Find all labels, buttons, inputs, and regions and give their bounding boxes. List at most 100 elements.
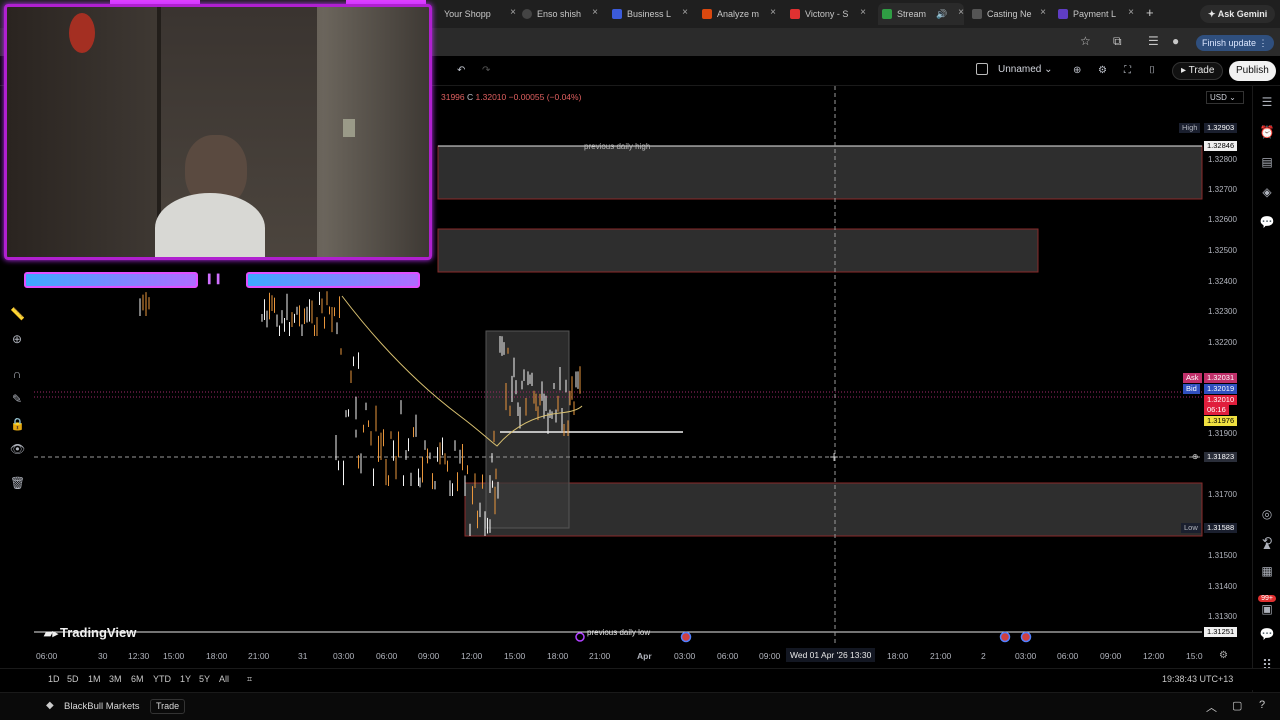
event-marker-icon[interactable] (680, 631, 692, 643)
event-marker-icon[interactable] (999, 631, 1011, 643)
browser-tab[interactable]: Business L × (612, 3, 688, 25)
ideas-icon[interactable]: ▲ (1259, 538, 1275, 552)
broker-name[interactable]: BlackBull Markets (64, 701, 140, 712)
calendar-icon[interactable]: ▦ (1259, 564, 1275, 578)
webcam-light (69, 13, 95, 53)
close-icon[interactable]: × (1128, 7, 1134, 18)
price-tick: 1.32600 (1208, 215, 1237, 224)
time-tick: Apr (637, 651, 652, 661)
axis-settings-gear-icon[interactable]: ⚙ (1219, 650, 1228, 661)
time-tick: 15:00 (163, 651, 185, 661)
close-icon[interactable]: × (510, 7, 516, 18)
range-button[interactable]: 3M (109, 674, 122, 684)
close-icon[interactable]: × (770, 7, 776, 18)
prev-high-tag: 1.32846 (1204, 141, 1238, 151)
close-icon[interactable]: × (592, 7, 598, 18)
time-tick: 12:30 (128, 651, 150, 661)
new-tab-button[interactable]: + (1146, 5, 1154, 20)
tab-label: Casting Ne (987, 9, 1032, 19)
broker-trade-button[interactable]: Trade (150, 699, 186, 714)
crosshair-add-icon[interactable]: ⊕ (1189, 452, 1201, 462)
close-icon[interactable]: × (860, 7, 866, 18)
zone-middle[interactable] (437, 228, 1039, 273)
close-icon[interactable]: × (958, 7, 964, 18)
tv-mark-icon: ▰▸ (44, 628, 58, 640)
profile-avatar[interactable]: ● (1172, 34, 1179, 48)
lock-icon[interactable]: 🔒 (10, 417, 25, 431)
layers-icon[interactable]: ◈ (1259, 185, 1275, 199)
redo-icon[interactable]: ↷ (482, 65, 490, 76)
range-button[interactable]: All (219, 674, 229, 684)
layout-icon[interactable] (976, 63, 988, 75)
extensions-icon[interactable]: ☰ (1148, 34, 1159, 48)
undo-icon[interactable]: ↶ (457, 65, 465, 76)
data-window-icon[interactable]: ▤ (1259, 155, 1275, 169)
eye-icon[interactable]: 👁 (10, 442, 25, 456)
price-tick: 1.31500 (1208, 551, 1237, 560)
close-icon[interactable]: × (682, 7, 688, 18)
zoom-in-icon[interactable]: ⊕ (10, 332, 24, 346)
time-tick: 21:00 (930, 651, 952, 661)
price-axis[interactable]: 1.32800 1.32700 1.32600 1.32500 1.32400 … (1202, 86, 1252, 646)
range-button[interactable]: 1D (48, 674, 60, 684)
event-marker-icon[interactable] (575, 632, 585, 642)
finish-update-button[interactable]: Finish update ⋮ (1196, 35, 1274, 51)
publish-button[interactable]: Publish (1229, 61, 1276, 81)
settings-gear-icon[interactable]: ⚙ (1098, 65, 1107, 76)
range-button[interactable]: 1M (88, 674, 101, 684)
magnet-icon[interactable]: ∩ (10, 367, 24, 381)
bookmark-star-icon[interactable]: ☆ (1080, 34, 1091, 48)
help-chat-icon[interactable]: 💬 (1259, 627, 1275, 641)
camera-icon[interactable]: ⌷ (1149, 65, 1155, 76)
ohlc-readout: 31996 C 1.32010 −0.00055 (−0.04%) (441, 92, 581, 102)
low-tag-value: 1.31588 (1204, 523, 1238, 533)
tab-favicon-icon (1058, 9, 1068, 19)
browser-tab[interactable]: Your Shopp × (444, 3, 516, 25)
tab-favicon-icon (612, 9, 622, 19)
audio-icon[interactable]: 🔊 (936, 9, 947, 20)
crosshair-plus-icon: + (829, 450, 839, 464)
browser-tab[interactable]: Victony - S × (790, 3, 866, 25)
zone-lower[interactable] (464, 482, 1203, 537)
ask-gemini-button[interactable]: ✦ Ask Gemini (1200, 5, 1276, 23)
pencil-icon[interactable]: ✎ (10, 392, 24, 406)
zone-upper[interactable] (437, 145, 1203, 200)
tradingview-logo[interactable]: ▰▸ TradingView (44, 625, 136, 640)
crosshair-time-tag: Wed 01 Apr '26 13:30 (786, 648, 876, 662)
range-button[interactable]: 1Y (180, 674, 191, 684)
browser-tab-active[interactable]: Stream 🔊 × (878, 3, 964, 25)
quick-search-icon[interactable]: ⊕ (1073, 65, 1081, 76)
goto-date-icon[interactable]: ⌗ (247, 674, 252, 685)
utc-clock[interactable]: 19:38:43 UTC+13 (1162, 674, 1233, 684)
fullscreen-icon[interactable]: ⛶ (1124, 65, 1131, 76)
notifications-icon[interactable]: ▣ (1259, 602, 1275, 616)
ruler-icon[interactable]: 📏 (10, 307, 25, 321)
crosshair-price-tag: 1.31823 (1204, 452, 1238, 462)
browser-tab[interactable]: Casting Ne × (972, 3, 1046, 25)
alerts-clock-icon[interactable]: ⏰ (1259, 125, 1275, 139)
event-marker-icon[interactable] (1020, 631, 1032, 643)
tab-search-icon[interactable]: ⧉ (1113, 34, 1122, 49)
help-icon[interactable]: ? (1259, 699, 1265, 711)
time-axis[interactable]: 06:00 30 12:30 15:00 18:00 21:00 31 03:0… (34, 646, 1203, 666)
trash-icon[interactable]: 🗑 (10, 476, 25, 490)
browser-tab[interactable]: Analyze m × (702, 3, 776, 25)
range-button[interactable]: 6M (131, 674, 144, 684)
target-icon[interactable]: ◎ (1259, 507, 1275, 521)
close-icon[interactable]: × (1040, 7, 1046, 18)
tab-label: Enso shish (537, 9, 582, 19)
maximize-icon[interactable]: ▢ (1232, 699, 1242, 712)
trade-button[interactable]: ▸ Trade (1172, 62, 1224, 80)
watchlist-icon[interactable]: ☰ (1259, 95, 1275, 109)
time-tick: 21:00 (248, 651, 270, 661)
range-button[interactable]: 5D (67, 674, 79, 684)
chat-icon[interactable]: 💬 (1259, 215, 1275, 229)
browser-tab[interactable]: Payment L × (1058, 3, 1134, 25)
price-tick: 1.31400 (1208, 582, 1237, 591)
range-button[interactable]: YTD (153, 674, 171, 684)
browser-tab[interactable]: Enso shish × (522, 3, 598, 25)
range-button[interactable]: 5Y (199, 674, 210, 684)
layout-name-dropdown[interactable]: Unnamed ⌄ (998, 64, 1053, 75)
chevron-up-icon[interactable]: ︿ (1206, 699, 1217, 715)
tab-favicon-icon (790, 9, 800, 19)
